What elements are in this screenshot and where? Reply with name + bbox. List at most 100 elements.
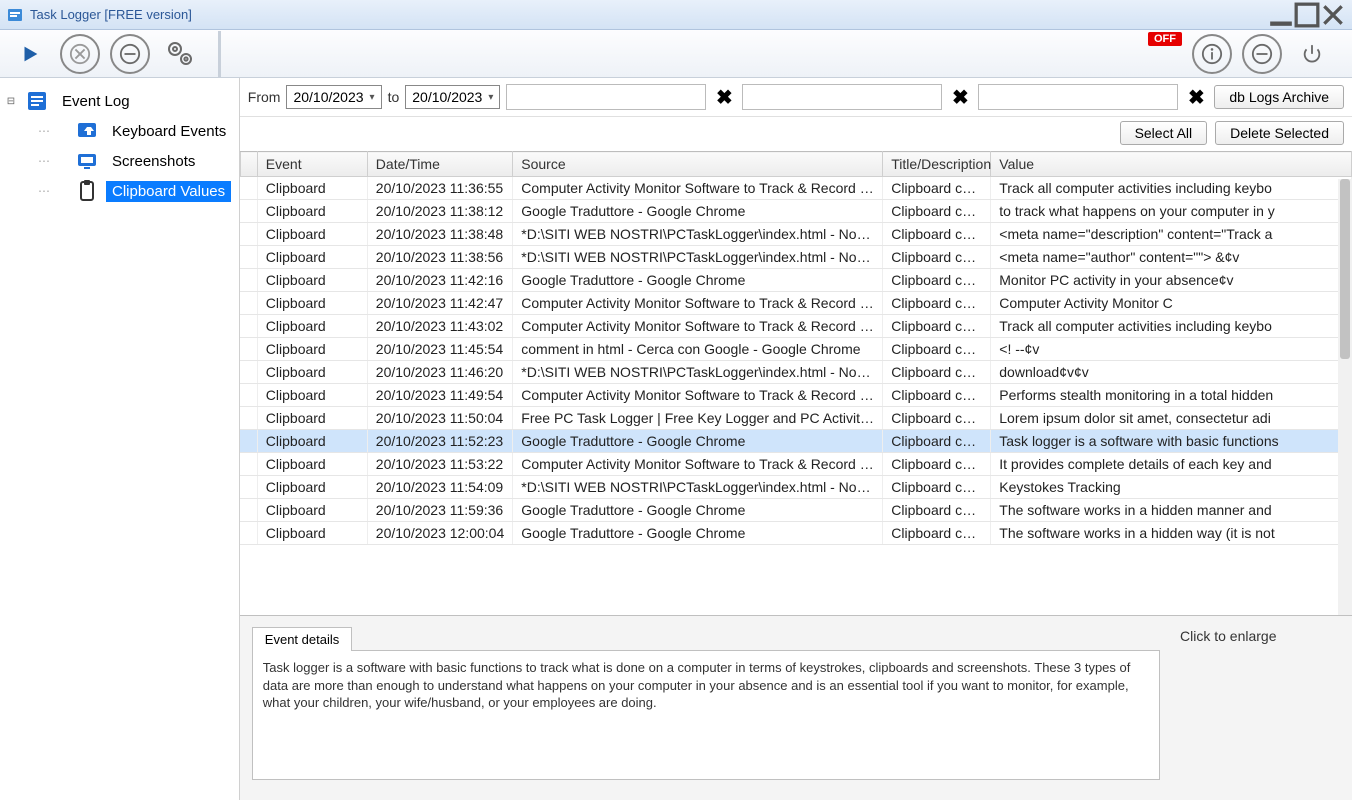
table-scrollbar[interactable] <box>1338 179 1352 615</box>
cell-value: Track all computer activities including … <box>991 177 1352 200</box>
cell-source: *D:\SITI WEB NOSTRI\PCTaskLogger\index.h… <box>513 223 883 246</box>
tree-root-event-log[interactable]: ⊟ Event Log <box>4 86 235 116</box>
clear-search-3-button[interactable]: ✖ <box>1184 85 1208 109</box>
table-row[interactable]: Clipboard20/10/2023 11:49:54Computer Act… <box>240 384 1351 407</box>
chevron-down-icon: ▾ <box>370 92 375 103</box>
cell-value: Performs stealth monitoring in a total h… <box>991 384 1352 407</box>
table-row[interactable]: Clipboard20/10/2023 11:45:54comment in h… <box>240 338 1351 361</box>
table-row[interactable]: Clipboard20/10/2023 11:46:20*D:\SITI WEB… <box>240 361 1351 384</box>
power-button[interactable] <box>1292 34 1332 74</box>
maximize-button[interactable] <box>1294 6 1320 24</box>
row-handle[interactable] <box>240 407 257 430</box>
table-row[interactable]: Clipboard20/10/2023 11:50:04Free PC Task… <box>240 407 1351 430</box>
table-row[interactable]: Clipboard20/10/2023 11:42:16Google Tradu… <box>240 269 1351 292</box>
cell-value: <meta name="description" content="Track … <box>991 223 1352 246</box>
table-row[interactable]: Clipboard20/10/2023 11:43:02Computer Act… <box>240 315 1351 338</box>
cell-title: Clipboard cha... <box>883 246 991 269</box>
clear-search-2-button[interactable]: ✖ <box>948 85 972 109</box>
row-handle[interactable] <box>240 338 257 361</box>
row-handle[interactable] <box>240 200 257 223</box>
cell-datetime: 20/10/2023 11:49:54 <box>367 384 512 407</box>
minimize-tray-button[interactable] <box>1242 34 1282 74</box>
row-handle[interactable] <box>240 476 257 499</box>
tree-item-clipboard-values[interactable]: ⋯Clipboard Values <box>4 176 235 206</box>
close-button[interactable] <box>1320 6 1346 24</box>
play-button[interactable] <box>10 34 50 74</box>
expand-collapse-icon[interactable]: ⊟ <box>4 96 18 107</box>
cell-event: Clipboard <box>257 407 367 430</box>
table-row[interactable]: Clipboard20/10/2023 11:53:22Computer Act… <box>240 453 1351 476</box>
row-handle[interactable] <box>240 177 257 200</box>
cell-value: The software works in a hidden manner an… <box>991 499 1352 522</box>
cell-title: Clipboard cha... <box>883 499 991 522</box>
row-handle[interactable] <box>240 522 257 545</box>
tree-item-screenshots[interactable]: ⋯Screenshots <box>4 146 235 176</box>
cell-datetime: 20/10/2023 11:59:36 <box>367 499 512 522</box>
row-handle[interactable] <box>240 269 257 292</box>
cell-value: Track all computer activities including … <box>991 315 1352 338</box>
cell-title: Clipboard cha... <box>883 453 991 476</box>
to-label: to <box>388 89 400 105</box>
settings-button[interactable] <box>160 34 200 74</box>
col-header-event[interactable]: Event <box>257 152 367 177</box>
tree-item-keyboard-events[interactable]: ⋯Keyboard Events <box>4 116 235 146</box>
table-row[interactable]: Clipboard20/10/2023 11:42:47Computer Act… <box>240 292 1351 315</box>
col-header-value[interactable]: Value <box>991 152 1352 177</box>
events-table[interactable]: Event Date/Time Source Title/Description… <box>240 151 1352 545</box>
details-tab[interactable]: Event details <box>252 627 352 651</box>
col-header-title[interactable]: Title/Description <box>883 152 991 177</box>
row-handle[interactable] <box>240 361 257 384</box>
col-header-datetime[interactable]: Date/Time <box>367 152 512 177</box>
db-logs-archive-button[interactable]: db Logs Archive <box>1214 85 1344 109</box>
cell-source: comment in html - Cerca con Google - Goo… <box>513 338 883 361</box>
date-to-select[interactable]: 20/10/2023 ▾ <box>405 85 500 109</box>
table-row[interactable]: Clipboard20/10/2023 11:54:09*D:\SITI WEB… <box>240 476 1351 499</box>
info-button[interactable] <box>1192 34 1232 74</box>
delete-selected-button[interactable]: Delete Selected <box>1215 121 1344 145</box>
cancel-button[interactable] <box>60 34 100 74</box>
click-to-enlarge-label[interactable]: Click to enlarge <box>1180 626 1340 780</box>
cell-title: Clipboard cha... <box>883 522 991 545</box>
chevron-down-icon: ▾ <box>488 92 493 103</box>
col-header-source[interactable]: Source <box>513 152 883 177</box>
table-row[interactable]: Clipboard20/10/2023 11:38:12Google Tradu… <box>240 200 1351 223</box>
select-all-button[interactable]: Select All <box>1120 121 1208 145</box>
cell-datetime: 20/10/2023 11:54:09 <box>367 476 512 499</box>
tree-line-icon: ⋯ <box>38 184 68 198</box>
cell-event: Clipboard <box>257 200 367 223</box>
details-textarea[interactable]: Task logger is a software with basic fun… <box>252 650 1160 780</box>
cell-value: It provides complete details of each key… <box>991 453 1352 476</box>
row-handle[interactable] <box>240 453 257 476</box>
table-row[interactable]: Clipboard20/10/2023 11:36:55Computer Act… <box>240 177 1351 200</box>
cell-title: Clipboard cha... <box>883 269 991 292</box>
table-row[interactable]: Clipboard20/10/2023 11:59:36Google Tradu… <box>240 499 1351 522</box>
search-input-2[interactable] <box>742 84 942 110</box>
table-row[interactable]: Clipboard20/10/2023 12:00:04Google Tradu… <box>240 522 1351 545</box>
row-handle[interactable] <box>240 430 257 453</box>
table-row[interactable]: Clipboard20/10/2023 11:38:48*D:\SITI WEB… <box>240 223 1351 246</box>
row-handle[interactable] <box>240 384 257 407</box>
tree-item-label: Screenshots <box>106 151 201 172</box>
minimize-button[interactable] <box>1268 6 1294 24</box>
row-handle[interactable] <box>240 246 257 269</box>
date-from-select[interactable]: 20/10/2023 ▾ <box>286 85 381 109</box>
cell-source: Google Traduttore - Google Chrome <box>513 499 883 522</box>
row-handle[interactable] <box>240 499 257 522</box>
search-input-3[interactable] <box>978 84 1178 110</box>
row-handle[interactable] <box>240 223 257 246</box>
date-from-value: 20/10/2023 <box>293 89 363 105</box>
search-input-1[interactable] <box>506 84 706 110</box>
row-handle-header[interactable] <box>240 152 257 177</box>
clear-search-1-button[interactable]: ✖ <box>712 85 736 109</box>
cell-event: Clipboard <box>257 499 367 522</box>
row-handle[interactable] <box>240 315 257 338</box>
table-row[interactable]: Clipboard20/10/2023 11:38:56*D:\SITI WEB… <box>240 246 1351 269</box>
scrollbar-thumb[interactable] <box>1340 179 1350 359</box>
row-handle[interactable] <box>240 292 257 315</box>
cell-event: Clipboard <box>257 361 367 384</box>
cell-title: Clipboard cha... <box>883 200 991 223</box>
table-row[interactable]: Clipboard20/10/2023 11:52:23Google Tradu… <box>240 430 1351 453</box>
cell-value: to track what happens on your computer i… <box>991 200 1352 223</box>
remove-button[interactable] <box>110 34 150 74</box>
cell-title: Clipboard cha... <box>883 338 991 361</box>
